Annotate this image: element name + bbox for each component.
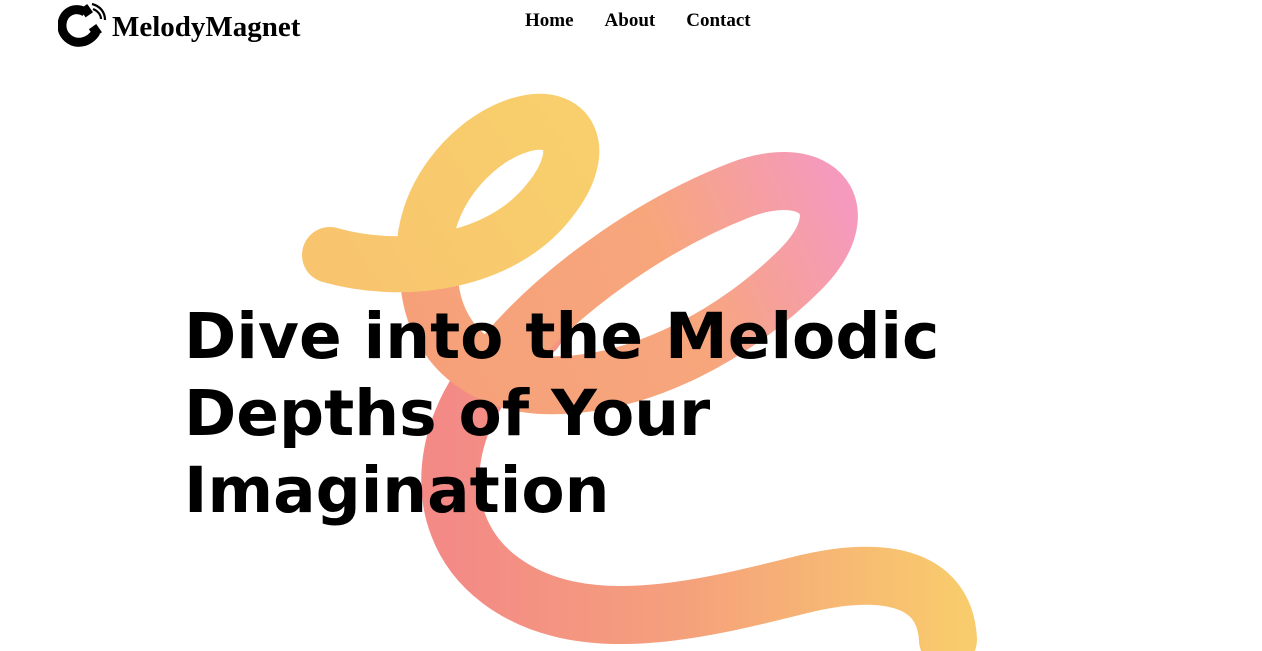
main-nav: Home About Contact [525, 10, 751, 32]
nav-link-home[interactable]: Home [525, 10, 574, 32]
hero-title: Dive into the Melodic Depths of Your Ima… [184, 300, 940, 527]
nav-link-about[interactable]: About [605, 10, 656, 32]
brand-name: MelodyMagnet [112, 10, 301, 43]
magnet-icon [58, 2, 107, 47]
brand-logo-link[interactable]: MelodyMagnet [58, 0, 300, 48]
nav-link-contact[interactable]: Contact [686, 10, 750, 32]
